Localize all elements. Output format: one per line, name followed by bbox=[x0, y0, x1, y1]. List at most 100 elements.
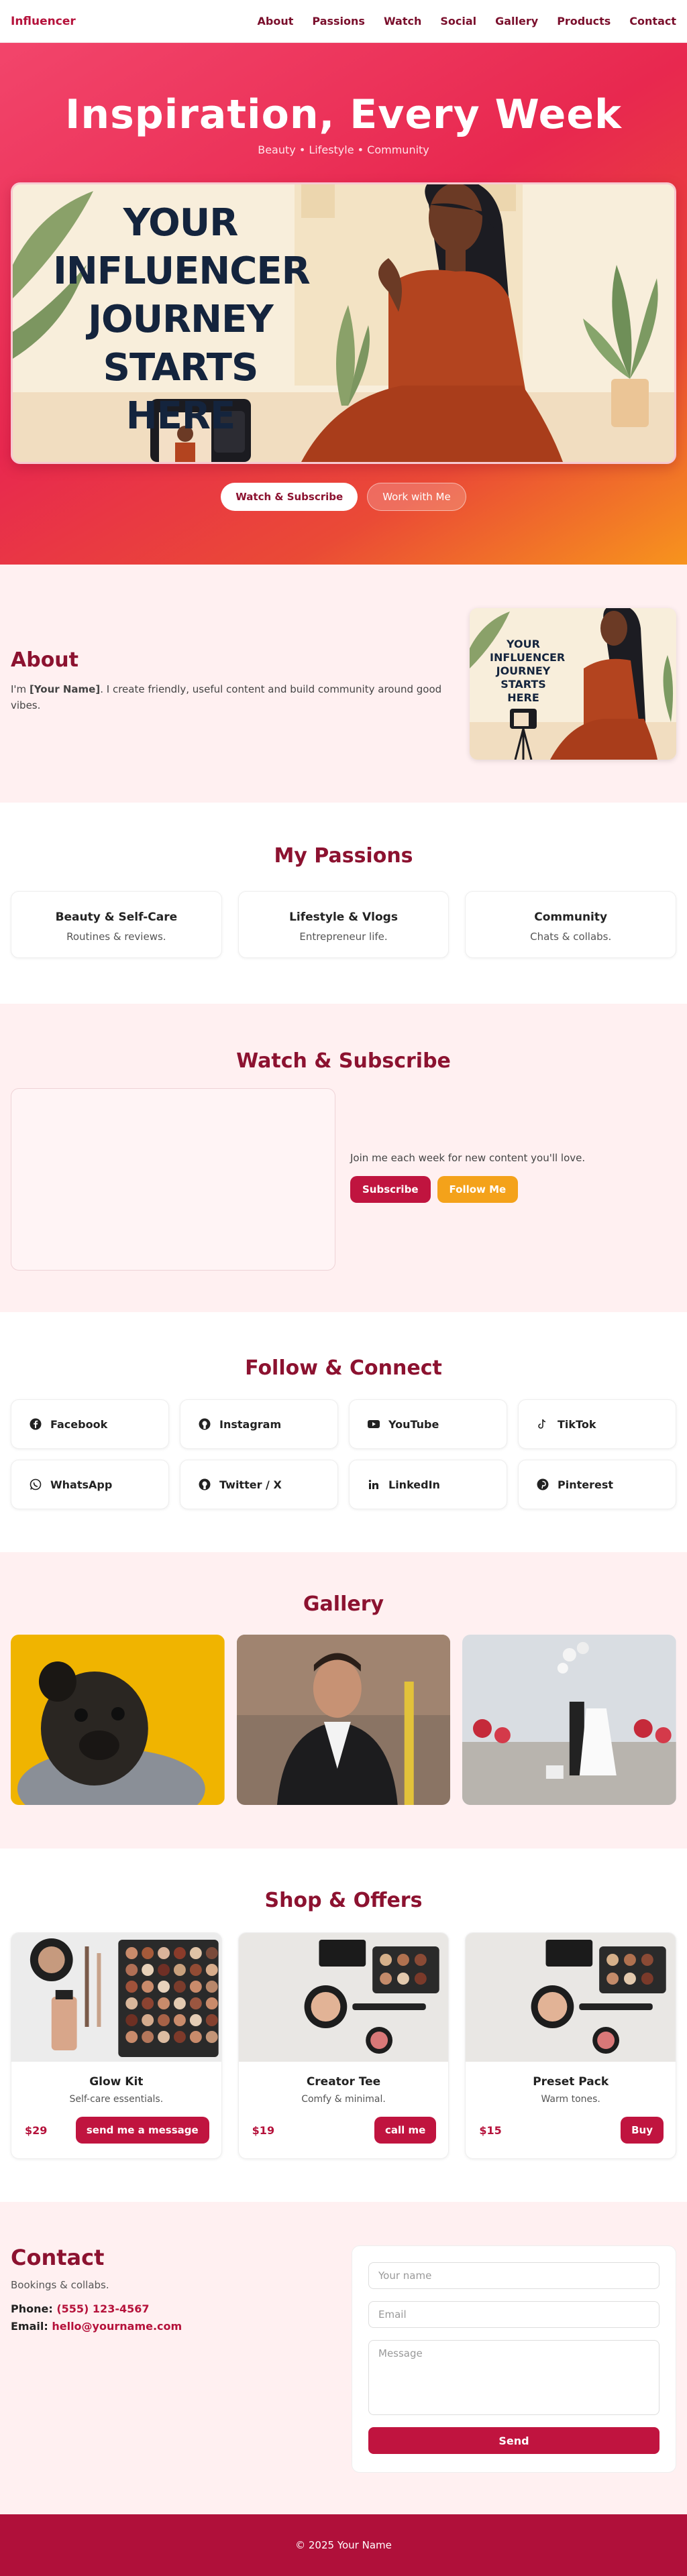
buy-button[interactable]: Buy bbox=[621, 2117, 664, 2144]
passion-card: Community Chats & collabs. bbox=[465, 891, 677, 958]
product-footer: $15 Buy bbox=[479, 2117, 664, 2144]
message-textarea[interactable]: Message bbox=[368, 2340, 659, 2415]
gallery-image-wedding[interactable] bbox=[462, 1635, 677, 1805]
email-link[interactable]: hello@yourname.com bbox=[52, 2320, 182, 2333]
nav-link-passions[interactable]: Passions bbox=[312, 15, 365, 27]
phone-label: Phone: bbox=[11, 2302, 53, 2315]
whatsapp-icon bbox=[29, 1478, 42, 1491]
product-card: Glow Kit Self-care essentials. $29 send … bbox=[11, 1932, 222, 2159]
social-link-twitter[interactable]: Twitter / X bbox=[180, 1460, 338, 1509]
tiktok-icon bbox=[536, 1417, 549, 1431]
product-name: Preset Pack bbox=[533, 2075, 609, 2089]
hero-title: Inspiration, Every Week bbox=[65, 91, 622, 138]
passion-card-title: Beauty & Self-Care bbox=[55, 911, 178, 924]
social-link-tiktok[interactable]: TikTok bbox=[518, 1399, 676, 1449]
watch-title: Watch & Subscribe bbox=[236, 1049, 451, 1073]
passion-card-subtitle: Chats & collabs. bbox=[530, 931, 612, 943]
social-link-pinterest[interactable]: Pinterest bbox=[518, 1460, 676, 1509]
product-footer: $19 call me bbox=[252, 2117, 437, 2144]
social-label: Pinterest bbox=[558, 1478, 614, 1491]
social-label: Facebook bbox=[50, 1417, 108, 1431]
social-link-whatsapp[interactable]: WhatsApp bbox=[11, 1460, 169, 1509]
video-embed[interactable] bbox=[11, 1088, 335, 1271]
product-card: Creator Tee Comfy & minimal. $19 call me bbox=[237, 1932, 450, 2159]
about-text: I'm [Your Name]. I create friendly, usef… bbox=[11, 681, 447, 713]
nav-link-contact[interactable]: Contact bbox=[629, 15, 676, 27]
passions-section: My Passions Beauty & Self-Care Routines … bbox=[0, 803, 687, 1004]
watch-text: Join me each week for new content you'll… bbox=[350, 1152, 586, 1164]
contact-email: Email: hello@yourname.com bbox=[11, 2320, 182, 2333]
contact-phone: Phone: (555) 123-4567 bbox=[11, 2302, 150, 2315]
passion-card-title: Lifestyle & Vlogs bbox=[289, 911, 398, 924]
nav-link-gallery[interactable]: Gallery bbox=[495, 15, 538, 27]
email-input[interactable]: Email bbox=[368, 2301, 659, 2328]
product-price: $15 bbox=[479, 2123, 502, 2137]
about-title: About bbox=[11, 648, 79, 672]
product-price: $19 bbox=[252, 2123, 275, 2137]
social-link-youtube[interactable]: YouTube bbox=[349, 1399, 507, 1449]
product-desc: Self-care essentials. bbox=[69, 2094, 164, 2105]
social-title: Follow & Connect bbox=[245, 1356, 442, 1380]
social-label: Instagram bbox=[219, 1417, 282, 1431]
nav-link-watch[interactable]: Watch bbox=[384, 15, 421, 27]
social-grid: Facebook Instagram YouTube TikTok WhatsA… bbox=[11, 1399, 676, 1509]
watch-subscribe-button[interactable]: Watch & Subscribe bbox=[221, 483, 358, 511]
product-desc: Comfy & minimal. bbox=[301, 2094, 386, 2105]
social-label: YouTube bbox=[388, 1417, 439, 1431]
cosmetics-photo bbox=[238, 1933, 449, 2062]
call-me-button[interactable]: call me bbox=[374, 2117, 437, 2144]
product-image bbox=[11, 1933, 221, 2062]
gallery-row bbox=[11, 1635, 677, 1805]
passion-card-title: Community bbox=[534, 911, 608, 924]
social-link-facebook[interactable]: Facebook bbox=[11, 1399, 169, 1449]
contact-section: Contact Bookings & collabs. Phone: (555)… bbox=[0, 2202, 687, 2514]
shop-section: Shop & Offers Glow Kit Self-care essenti… bbox=[0, 1849, 687, 2202]
product-footer: $29 send me a message bbox=[25, 2117, 209, 2144]
passion-card: Lifestyle & Vlogs Entrepreneur life. bbox=[237, 891, 450, 958]
send-button[interactable]: Send bbox=[368, 2427, 659, 2454]
hero-buttons: Watch & Subscribe Work with Me bbox=[0, 483, 687, 511]
nav-link-about[interactable]: About bbox=[258, 15, 294, 27]
about-name: [Your Name] bbox=[29, 683, 101, 695]
linkedin-icon bbox=[367, 1478, 380, 1491]
brand-logo[interactable]: Influencer bbox=[11, 15, 76, 28]
product-name: Creator Tee bbox=[306, 2075, 381, 2089]
top-navbar: Influencer About Passions Watch Social G… bbox=[0, 0, 687, 43]
subscribe-button[interactable]: Subscribe bbox=[350, 1176, 431, 1203]
nav-link-products[interactable]: Products bbox=[557, 15, 611, 27]
phone-link[interactable]: (555) 123-4567 bbox=[56, 2302, 149, 2315]
social-label: WhatsApp bbox=[50, 1478, 113, 1491]
gallery-image-man[interactable] bbox=[236, 1635, 451, 1805]
product-card: Preset Pack Warm tones. $15 Buy bbox=[465, 1932, 677, 2159]
shop-title: Shop & Offers bbox=[264, 1889, 423, 1912]
contact-subtitle: Bookings & collabs. bbox=[11, 2279, 109, 2291]
product-image bbox=[238, 1933, 449, 2062]
passions-cards: Beauty & Self-Care Routines & reviews. L… bbox=[11, 891, 677, 958]
github-icon bbox=[198, 1478, 211, 1491]
man-photo bbox=[236, 1635, 451, 1805]
footer-copyright: © 2025 Your Name bbox=[295, 2539, 392, 2551]
github-icon bbox=[198, 1417, 211, 1431]
email-label: Email: bbox=[11, 2320, 48, 2333]
send-message-button[interactable]: send me a message bbox=[75, 2117, 209, 2144]
wedding-photo bbox=[462, 1635, 677, 1805]
cosmetics-photo bbox=[466, 1933, 676, 2062]
gallery-image-pug[interactable] bbox=[11, 1635, 225, 1805]
nav-link-social[interactable]: Social bbox=[440, 15, 476, 27]
hero-tagline: Beauty • Lifestyle • Community bbox=[258, 143, 429, 156]
footer: © 2025 Your Name bbox=[0, 2514, 687, 2576]
about-section: About I'm [Your Name]. I create friendly… bbox=[0, 565, 687, 803]
social-link-instagram[interactable]: Instagram bbox=[180, 1399, 338, 1449]
watch-buttons: Subscribe Follow Me bbox=[350, 1176, 519, 1203]
gallery-section: Gallery bbox=[0, 1552, 687, 1849]
nav-links: About Passions Watch Social Gallery Prod… bbox=[258, 15, 676, 27]
work-with-me-button[interactable]: Work with Me bbox=[367, 483, 466, 511]
contact-form: Your name Email Message Send bbox=[352, 2245, 676, 2473]
about-image: YOUR INFLUENCER JOURNEY STARTS HERE bbox=[470, 608, 676, 760]
passion-card: Beauty & Self-Care Routines & reviews. bbox=[11, 891, 222, 958]
name-input[interactable]: Your name bbox=[368, 2262, 659, 2289]
social-link-linkedin[interactable]: LinkedIn bbox=[349, 1460, 507, 1509]
follow-me-button[interactable]: Follow Me bbox=[437, 1176, 519, 1203]
product-row: Glow Kit Self-care essentials. $29 send … bbox=[11, 1932, 677, 2159]
about-text-intro: I'm bbox=[11, 683, 30, 695]
